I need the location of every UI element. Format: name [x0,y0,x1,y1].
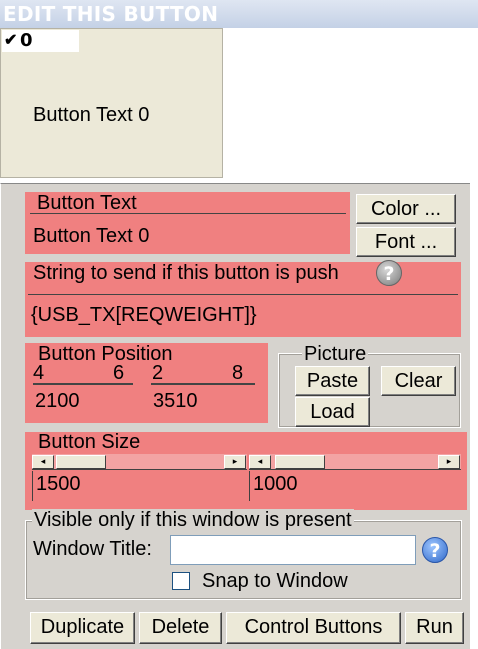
button-text-input[interactable]: Button Text 0 [30,223,346,251]
scroll-left-arrow-icon[interactable]: ◂ [32,455,54,469]
help-icon[interactable]: ? [422,537,448,563]
clear-button[interactable]: Clear [381,366,456,396]
y-position-min-tick: 2 [152,362,164,384]
editor-title: EDIT THIS BUTTON [0,0,478,28]
x-position-slider[interactable] [33,383,133,385]
height-scroll-thumb[interactable] [275,455,325,469]
height-input[interactable]: 1000 [249,471,461,501]
x-position-input[interactable]: 2100 [32,388,135,416]
duplicate-button[interactable]: Duplicate [30,612,135,644]
window-title-label: Window Title: [33,538,152,560]
x-position-max-tick: 6 [113,362,125,384]
color-button[interactable]: Color ... [356,194,456,224]
y-position-slider[interactable] [151,383,255,385]
y-position-max-tick: 8 [232,362,244,384]
font-button[interactable]: Font ... [356,227,456,257]
paste-button[interactable]: Paste [295,366,370,396]
run-button[interactable]: Run [405,612,464,644]
width-scroll-thumb[interactable] [56,455,106,469]
x-position-min-tick: 4 [33,362,45,384]
scroll-right-arrow-icon[interactable]: ▸ [438,455,460,469]
snap-to-window-checkbox[interactable] [172,572,190,590]
scroll-left-arrow-icon[interactable]: ◂ [249,455,271,469]
window-title-input[interactable] [170,535,416,565]
visible-window-label: Visible only if this window is present [32,509,354,531]
control-buttons-button[interactable]: Control Buttons [226,612,401,644]
width-input[interactable]: 1500 [32,471,247,501]
help-icon[interactable]: ? [376,260,402,286]
string-to-send-input[interactable]: {USB_TX[REQWEIGHT]} [28,302,458,332]
divider [28,294,458,295]
preview-checkbox-value: 0 [20,30,33,51]
picture-group-label: Picture [302,343,369,365]
string-to-send-label: String to send if this button is push [33,262,339,284]
button-text-group-label: Button Text [37,192,137,214]
y-position-input[interactable]: 3510 [150,388,256,416]
button-size-label: Button Size [38,431,141,453]
checkmark-icon: ✔ [4,32,18,49]
delete-button[interactable]: Delete [139,612,222,644]
divider [30,213,346,214]
preview-button-label: Button Text 0 [33,104,150,126]
scroll-right-arrow-icon[interactable]: ▸ [224,455,246,469]
snap-to-window-label: Snap to Window [202,570,348,592]
load-button[interactable]: Load [295,397,370,427]
